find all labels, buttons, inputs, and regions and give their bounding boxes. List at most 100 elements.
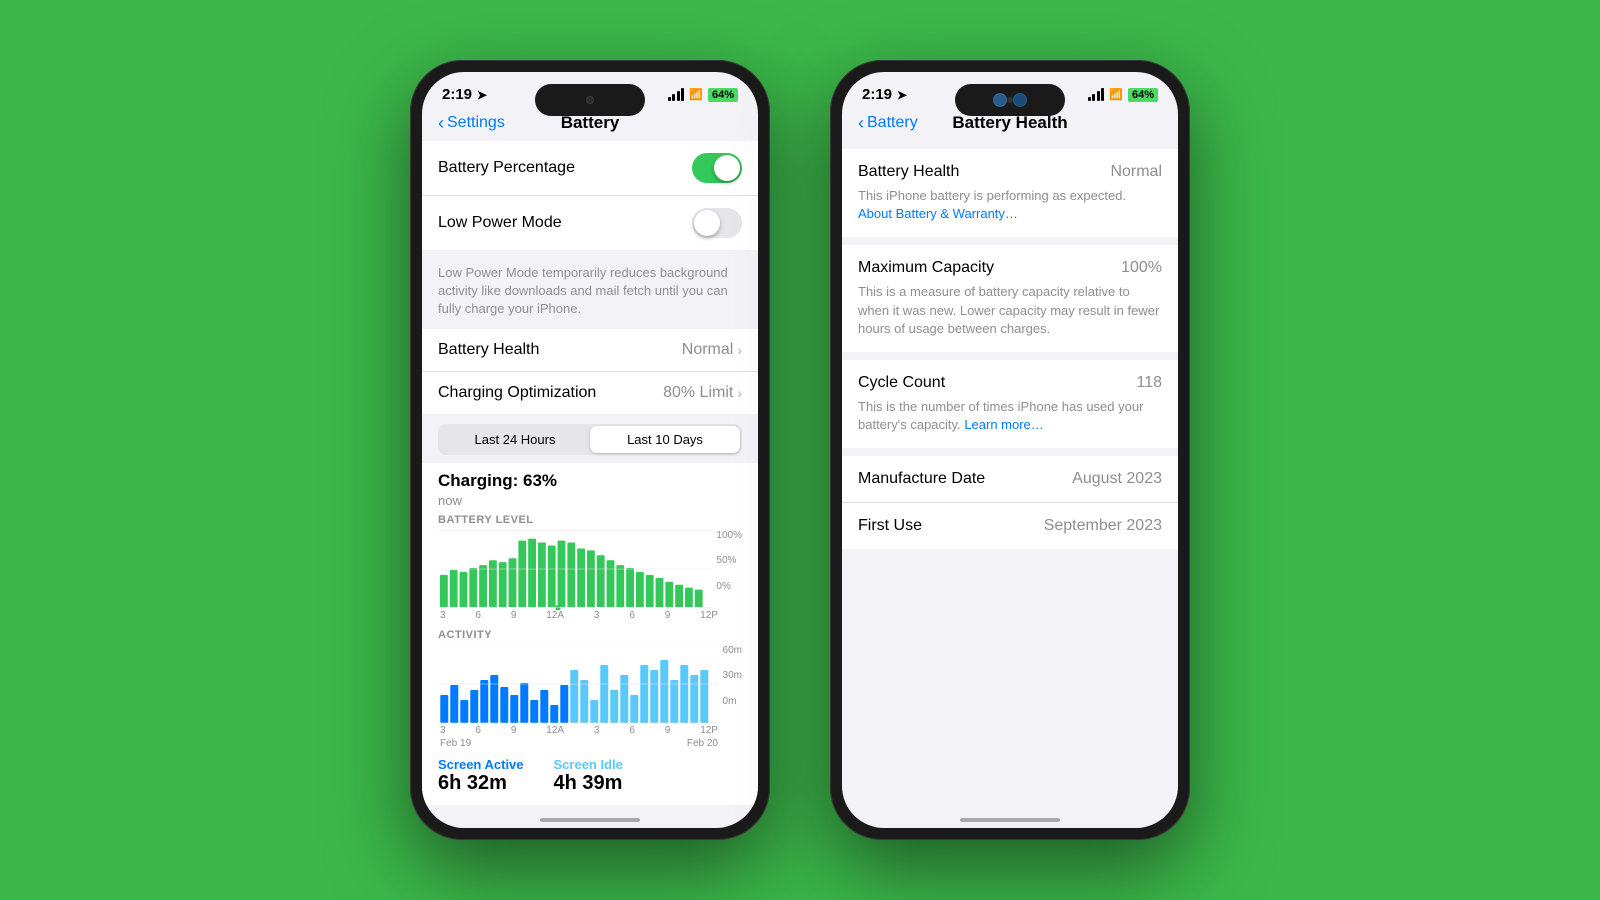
back-button-1[interactable]: ‹ Settings <box>438 113 505 134</box>
phone-1: 2:19 ➤ 📶 64% ‹ Se <box>410 60 770 840</box>
x-labels-activity: 3 6 9 12A 3 6 9 12P <box>438 725 742 736</box>
status-icons-1: 📶 64% <box>668 88 738 102</box>
bh-firstuse-label: First Use <box>858 517 922 535</box>
battery-percentage-label: Battery Percentage <box>438 159 575 177</box>
low-power-mode-toggle[interactable] <box>692 208 742 238</box>
toggle-knob-1 <box>714 155 740 181</box>
airdrop-circle <box>993 93 1007 107</box>
phone-2-frame: 2:19 ➤ 📶 64% ‹ Ba <box>830 60 1190 840</box>
about-battery-link[interactable]: About Battery & Warranty… <box>858 206 1018 221</box>
tab-10d[interactable]: Last 10 Days <box>590 426 740 453</box>
screen-active-label: Screen Active <box>438 757 524 772</box>
activity-label: ACTIVITY <box>438 629 742 641</box>
activity-chart-wrapper: 60m 30m 0m <box>438 645 742 725</box>
signal-bars-2 <box>1088 88 1105 101</box>
bh-capacity-row: Maximum Capacity 100% This is a measure … <box>842 245 1178 352</box>
y-labels-battery: 100% 50% 0% <box>712 530 742 610</box>
bh-manufacture-label: Manufacture Date <box>858 470 985 488</box>
battery-level-chart: BATTERY LEVEL <box>422 514 758 621</box>
y-labels-activity: 60m 30m 0m <box>719 645 742 725</box>
bh-dates-group: Manufacture Date August 2023 First Use S… <box>842 456 1178 549</box>
status-time-2: 2:19 ➤ <box>862 86 907 103</box>
dynamic-island-1 <box>535 84 645 116</box>
toggle-knob-2 <box>694 210 720 236</box>
battery-health-value: Normal › <box>682 341 742 359</box>
phone-1-frame: 2:19 ➤ 📶 64% ‹ Se <box>410 60 770 840</box>
bh-manufacture-value: August 2023 <box>1072 470 1162 488</box>
nav-title-2: Battery Health <box>952 113 1067 133</box>
bh-capacity-value: 100% <box>1121 259 1162 277</box>
bh-health-group: Battery Health Normal This iPhone batter… <box>842 149 1178 237</box>
battery-status-2: 64% <box>1128 88 1158 102</box>
content-2: Battery Health Normal This iPhone batter… <box>842 141 1178 807</box>
tab-selector: Last 24 Hours Last 10 Days <box>438 424 742 455</box>
battery-percentage-toggle[interactable] <box>692 153 742 183</box>
settings-group-toggles: Battery Percentage Low Power Mode <box>422 141 758 250</box>
screen-active-value: 6h 32m <box>438 772 524 795</box>
home-indicator-1 <box>540 818 640 822</box>
battery-chart-wrapper: 100% 50% 0% <box>438 530 742 610</box>
charging-optimization-value: 80% Limit › <box>663 384 742 402</box>
back-button-2[interactable]: ‹ Battery <box>858 113 918 134</box>
bh-health-title: Battery Health <box>858 163 959 181</box>
screen-idle-value: 4h 39m <box>554 772 623 795</box>
di-circle-2 <box>1013 93 1027 107</box>
date-labels-activity: Feb 19 Feb 20 <box>438 736 742 749</box>
low-power-description: Low Power Mode temporarily reduces backg… <box>422 260 758 329</box>
bh-health-value: Normal <box>1110 163 1162 181</box>
bh-firstuse-value: September 2023 <box>1044 517 1162 535</box>
bh-capacity-group: Maximum Capacity 100% This is a measure … <box>842 245 1178 352</box>
phone-2: 2:19 ➤ 📶 64% ‹ Ba <box>830 60 1190 840</box>
status-time-1: 2:19 ➤ <box>442 86 487 103</box>
settings-group-health: Battery Health Normal › Charging Optimiz… <box>422 329 758 414</box>
content-1: Battery Percentage Low Power Mode Low Po… <box>422 141 758 807</box>
bh-cycle-desc: This is the number of times iPhone has u… <box>858 398 1162 434</box>
bh-firstuse-row: First Use September 2023 <box>842 503 1178 549</box>
screen-time-row: Screen Active 6h 32m Screen Idle 4h 39m <box>422 749 758 805</box>
screen-idle-label: Screen Idle <box>554 757 623 772</box>
battery-percentage-row: Battery Percentage <box>422 141 758 196</box>
wifi-icon-1: 📶 <box>689 88 703 101</box>
bh-health-header: Battery Health Normal <box>858 163 1162 181</box>
x-labels-battery: 3 6 9 12A 3 6 9 12P <box>438 610 742 621</box>
location-icon: ➤ <box>477 88 487 102</box>
low-power-mode-row: Low Power Mode <box>422 196 758 250</box>
screen-active-item: Screen Active 6h 32m <box>438 757 524 795</box>
back-chevron-2: ‹ <box>858 113 864 134</box>
nav-title-1: Battery <box>561 113 620 133</box>
signal-bars-1 <box>668 88 685 101</box>
back-label-1: Settings <box>447 114 505 132</box>
activity-svg <box>438 645 719 725</box>
charging-optimization-label: Charging Optimization <box>438 384 596 402</box>
camera-dot <box>586 96 594 104</box>
tab-24h[interactable]: Last 24 Hours <box>440 426 590 453</box>
dynamic-island-2 <box>955 84 1065 116</box>
screen-idle-item: Screen Idle 4h 39m <box>554 757 623 795</box>
low-power-mode-label: Low Power Mode <box>438 214 562 232</box>
bh-cycle-header: Cycle Count 118 <box>858 374 1162 392</box>
battery-health-chevron: › <box>737 342 742 358</box>
charging-sub: now <box>422 491 758 514</box>
home-indicator-2 <box>960 818 1060 822</box>
back-label-2: Battery <box>867 114 918 132</box>
phone-1-screen: 2:19 ➤ 📶 64% ‹ Se <box>422 72 758 828</box>
bh-health-desc: This iPhone battery is performing as exp… <box>858 187 1162 223</box>
battery-health-label: Battery Health <box>438 341 539 359</box>
battery-health-row[interactable]: Battery Health Normal › <box>422 329 758 372</box>
charging-opt-chevron: › <box>737 385 742 401</box>
bh-cycle-value: 118 <box>1136 374 1162 392</box>
battery-level-label: BATTERY LEVEL <box>438 514 742 526</box>
bh-health-row: Battery Health Normal This iPhone batter… <box>842 149 1178 237</box>
bh-cycle-row: Cycle Count 118 This is the number of ti… <box>842 360 1178 448</box>
status-icons-2: 📶 64% <box>1088 88 1158 102</box>
charging-info: Charging: 63% <box>422 463 758 491</box>
activity-chart-section: ACTIVITY <box>422 621 758 749</box>
bh-cycle-title: Cycle Count <box>858 374 945 392</box>
bh-capacity-desc: This is a measure of battery capacity re… <box>858 283 1162 338</box>
battery-svg <box>438 530 712 610</box>
learn-more-link[interactable]: Learn more… <box>964 417 1043 432</box>
charging-optimization-row[interactable]: Charging Optimization 80% Limit › <box>422 372 758 414</box>
bh-capacity-title: Maximum Capacity <box>858 259 994 277</box>
location-icon-2: ➤ <box>897 88 907 102</box>
bh-capacity-header: Maximum Capacity 100% <box>858 259 1162 277</box>
